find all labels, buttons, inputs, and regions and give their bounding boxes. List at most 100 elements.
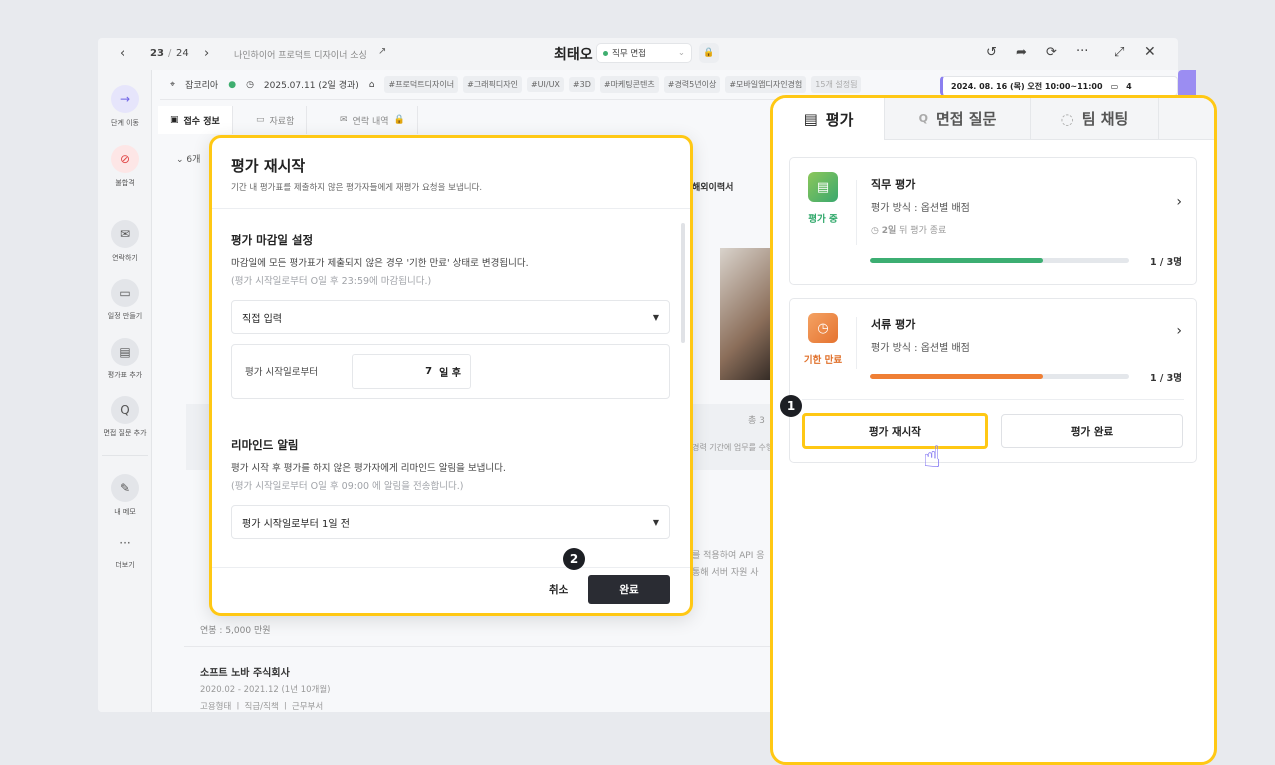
memo-icon[interactable]: ✎: [111, 474, 139, 502]
files-count: 6개: [186, 155, 201, 165]
remaining-text: 뒤 평가 종료: [899, 226, 947, 236]
days-input[interactable]: 7 일 후: [352, 354, 471, 389]
arrow-right-icon[interactable]: →: [111, 85, 139, 113]
divider: [212, 208, 690, 209]
tag-more[interactable]: 15개 설정됨: [811, 76, 862, 93]
restart-evaluation-dialog: 평가 재시작 기간 내 평가표를 제출하지 않은 평가자들에게 재평가 요청을 …: [209, 135, 693, 616]
tab-filler: [1159, 98, 1214, 140]
lock-icon[interactable]: 🔒: [699, 43, 719, 63]
progress-count: 1 / 3명: [1149, 257, 1182, 268]
remind-select-value: 평가 시작일로부터 1일 전: [242, 518, 350, 530]
schedule-text: 2024. 08. 16 (목) 오전 10:00~11:00: [951, 81, 1103, 91]
chat-icon: ◌: [1060, 109, 1074, 128]
chevron-right-icon[interactable]: ›: [1176, 194, 1182, 210]
confirm-button[interactable]: 완료: [588, 575, 670, 604]
tag-chip: #모바일앱디자인경험: [725, 76, 807, 93]
location-icon: ⌖: [170, 79, 176, 90]
tab-team-chat[interactable]: ◌ 팀 채팅: [1031, 98, 1159, 140]
progress-fill: [870, 374, 1043, 379]
divider: [802, 399, 1184, 400]
clock-icon: ◷: [246, 79, 254, 90]
sidebar-item-add-evaluation[interactable]: 평가표 추가: [98, 370, 152, 380]
tag-list: #프로덕트디자이너 #그래픽디자인 #UI/UX #3D #마케팅콘텐츠 #경력5년이상 #…: [384, 76, 866, 93]
card-title: 직무 평가: [871, 178, 916, 191]
more-icon[interactable]: ···: [1076, 44, 1088, 59]
more-icon[interactable]: ···: [98, 536, 152, 550]
block-icon[interactable]: ⊘: [111, 145, 139, 173]
tab-documents[interactable]: ▭ 자료함: [244, 106, 308, 134]
remind-title: 리마인드 알림: [231, 438, 299, 452]
remaining-days: 2일: [881, 226, 897, 236]
share-icon[interactable]: ➦: [1016, 45, 1027, 60]
next-icon[interactable]: ›: [204, 46, 209, 61]
card-method: 평가 방식 : 옵션별 배점: [871, 203, 970, 214]
file-chip[interactable]: 해외이력서: [692, 180, 733, 193]
caret-down-icon: ▼: [652, 517, 659, 527]
mail-icon[interactable]: ✉: [111, 220, 139, 248]
files-toggle[interactable]: ⌄ 6개: [176, 152, 200, 165]
page-sep: /: [168, 48, 172, 59]
step-badge: 1: [780, 395, 802, 417]
scrollbar[interactable]: [681, 223, 685, 343]
sidebar-item-move-stage[interactable]: 단계 이동: [98, 118, 152, 128]
clipboard-icon: ▤: [803, 110, 818, 128]
restart-evaluation-button[interactable]: 평가 재시작: [802, 413, 988, 449]
tab-application-info[interactable]: ▣ 접수 정보: [158, 106, 233, 134]
prev-icon[interactable]: ‹: [120, 46, 125, 61]
remind-select[interactable]: 평가 시작일로부터 1일 전 ▼: [231, 505, 670, 539]
tab-label: 면접 질문: [935, 110, 997, 128]
remaining-time: ◷ 2일 뒤 평가 종료: [871, 223, 946, 236]
career-total: 총 3: [748, 416, 765, 426]
question-icon[interactable]: Q: [111, 396, 139, 424]
evaluation-card-document[interactable]: ◷ 기한 만료 서류 평가 평가 방식 : 옵션별 배점 › 1 / 3명 평가…: [780, 298, 1197, 463]
divider: [212, 567, 690, 568]
sidebar-item-schedule[interactable]: 일정 만들기: [98, 311, 152, 321]
evaluation-panel: ▤ 평가 Q 면접 질문 ◌ 팀 채팅 ▤ 평가 중 직무 평가 평가 방식 : 옵션…: [770, 95, 1217, 765]
sidebar-item-contact[interactable]: 연락하기: [98, 253, 152, 263]
dialog-title: 평가 재시작: [231, 157, 306, 175]
archive-icon: ▭: [256, 115, 265, 125]
page-total: 24: [176, 48, 189, 59]
expand-icon[interactable]: ⤢: [1114, 45, 1124, 60]
applied-date: 2025.07.11 (2일 경과): [263, 81, 359, 91]
stage-dot-icon: [603, 50, 608, 56]
pointer-hand-icon: ☝: [923, 440, 942, 475]
tab-interview-questions[interactable]: Q 면접 질문: [885, 98, 1031, 140]
sidebar-item-more[interactable]: 더보기: [98, 560, 152, 570]
stage-value: 직무 면접: [612, 49, 646, 59]
tag-chip: #그래픽디자인: [463, 76, 522, 93]
evaluation-card-job[interactable]: ▤ 평가 중 직무 평가 평가 방식 : 옵션별 배점 ◷ 2일 뒤 평가 종료…: [789, 157, 1197, 285]
tab-evaluation[interactable]: ▤ 평가: [773, 98, 885, 140]
calendar-icon[interactable]: ▭: [111, 279, 139, 307]
complete-evaluation-button[interactable]: 평가 완료: [1001, 414, 1183, 448]
progress-bar: [870, 374, 1129, 379]
tag-icon: ⌂: [368, 79, 375, 90]
refresh-icon[interactable]: ⟳: [1046, 45, 1057, 60]
schedule-chip[interactable]: 2024. 08. 16 (목) 오전 10:00~11:00 ▭ 4: [940, 76, 1178, 96]
sidebar-item-memo[interactable]: 내 메모: [98, 507, 152, 517]
chevron-right-icon[interactable]: ›: [1176, 323, 1182, 339]
deadline-select[interactable]: 직접 입력 ▼: [231, 300, 670, 334]
close-icon[interactable]: ✕: [1144, 44, 1156, 60]
candidate-name: 최태오: [554, 47, 593, 63]
days-value: 7: [425, 366, 433, 377]
tag-chip: #프로덕트디자이너: [384, 76, 459, 93]
external-link-icon[interactable]: ↗: [378, 46, 386, 57]
job-posting-link[interactable]: 나인하이어 프로덕트 디자이너 소싱: [234, 48, 367, 61]
company-name: 소프트 노바 주식회사: [200, 668, 290, 679]
person-icon: ▣: [170, 115, 179, 125]
cancel-button[interactable]: 취소: [549, 582, 568, 597]
question-icon: Q: [918, 112, 928, 125]
tab-contact-history[interactable]: ✉ 연락 내역 🔒: [328, 106, 418, 134]
stage-select[interactable]: 직무 면접 ⌄: [596, 43, 692, 63]
sidebar-item-reject[interactable]: 불합격: [98, 178, 152, 188]
tab-label: 평가: [825, 110, 854, 129]
deadline-hint: (평가 시작일로부터 O일 후 23:59에 마감됩니다.): [231, 276, 432, 287]
sidebar-item-add-question[interactable]: 면접 질문 추가: [98, 428, 152, 438]
verified-icon: ●: [228, 79, 237, 90]
history-icon[interactable]: ↺: [986, 45, 997, 60]
tab-label: 팀 채팅: [1081, 110, 1129, 128]
tab-label: 접수 정보: [183, 116, 220, 127]
clipboard-icon[interactable]: ▤: [111, 338, 139, 366]
step-badge: 2: [563, 548, 585, 570]
